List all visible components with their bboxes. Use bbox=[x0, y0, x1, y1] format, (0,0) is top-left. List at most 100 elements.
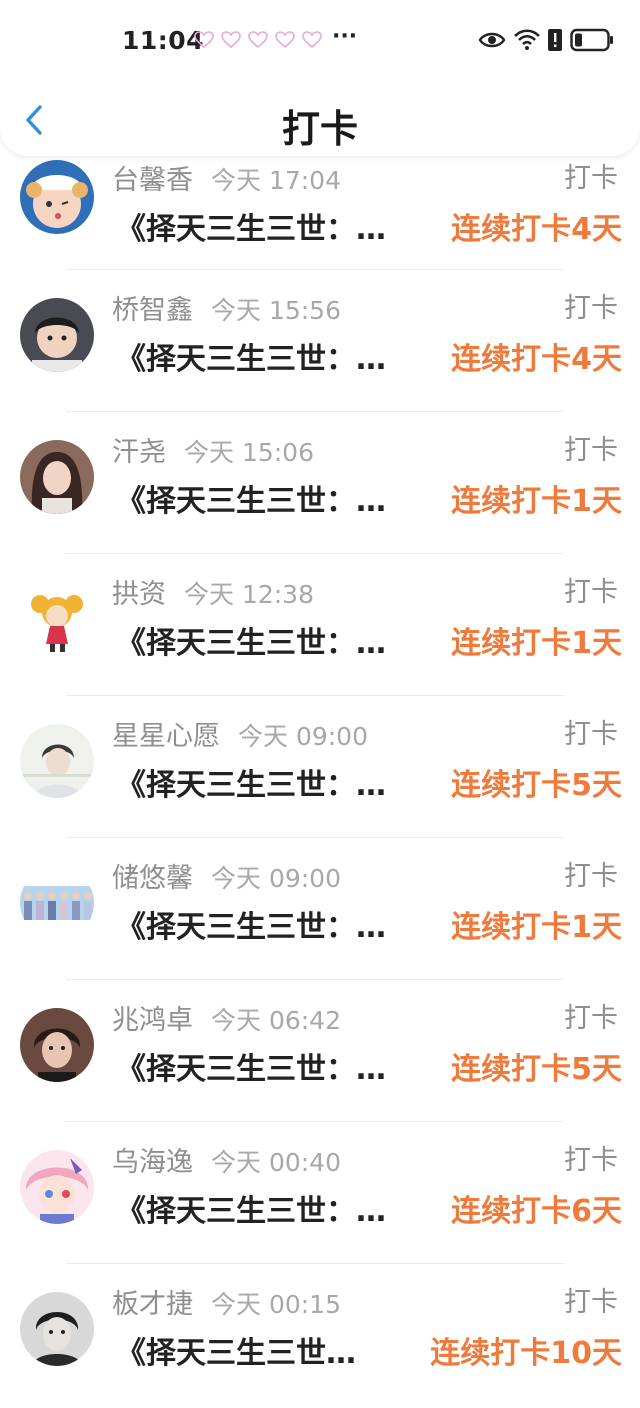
user-name: 汗尧 bbox=[112, 437, 166, 468]
heart-icon bbox=[275, 31, 295, 49]
list-item[interactable]: 桥智鑫 今天 15:56 打卡 《择天三生三世：… 连续打卡4天 bbox=[0, 270, 640, 412]
checkin-time: 今天 06:42 bbox=[211, 1006, 341, 1035]
book-title[interactable]: 《择天三生三世… bbox=[116, 1328, 426, 1372]
content-line: 《择天三生三世：… 连续打卡4天 bbox=[116, 334, 622, 378]
name-line: 板才捷 今天 00:15 bbox=[112, 1282, 341, 1321]
book-title[interactable]: 《择天三生三世：… bbox=[116, 760, 447, 804]
streak-label: 连续打卡6天 bbox=[451, 1194, 622, 1229]
boy-portrait-avatar-image bbox=[20, 1008, 94, 1082]
checkin-time: 今天 09:00 bbox=[238, 722, 368, 751]
avatar[interactable] bbox=[20, 724, 94, 798]
header: 11:04 ··· 打卡 bbox=[0, 0, 640, 156]
list-item[interactable]: 星星心愿 今天 09:00 打卡 《择天三生三世：… 连续打卡5天 bbox=[0, 696, 640, 838]
content-line: 《择天三生三世：… 连续打卡1天 bbox=[116, 618, 622, 662]
heart-icon bbox=[194, 31, 214, 49]
list-item[interactable]: 汗尧 今天 15:06 打卡 《择天三生三世：… 连续打卡1天 bbox=[0, 412, 640, 554]
list-item[interactable]: 乌海逸 今天 00:40 打卡 《择天三生三世：… 连续打卡6天 bbox=[0, 1122, 640, 1264]
book-title[interactable]: 《择天三生三世：… bbox=[116, 1044, 447, 1088]
checkin-time: 今天 15:06 bbox=[184, 438, 314, 467]
streak-label: 连续打卡4天 bbox=[451, 212, 622, 247]
avatar[interactable] bbox=[20, 440, 94, 514]
avatar[interactable] bbox=[20, 582, 94, 656]
streak-label: 连续打卡5天 bbox=[451, 768, 622, 803]
cartoon-avatar-image bbox=[20, 160, 94, 234]
boy-grayscale-avatar-image bbox=[20, 1292, 94, 1366]
battery-icon bbox=[570, 28, 613, 52]
streak-label: 连续打卡5天 bbox=[451, 1052, 622, 1087]
list-item[interactable]: 拱资 今天 12:38 打卡 《择天三生三世：… 连续打卡1天 bbox=[0, 554, 640, 696]
streak-label: 连续打卡10天 bbox=[430, 1336, 622, 1371]
content-line: 《择天三生三世：… 连续打卡4天 bbox=[116, 204, 622, 248]
user-name: 乌海逸 bbox=[112, 1147, 193, 1178]
avatar[interactable] bbox=[20, 160, 94, 234]
checkin-time: 今天 12:38 bbox=[184, 580, 314, 609]
heart-icon bbox=[248, 31, 268, 49]
name-line: 乌海逸 今天 00:40 bbox=[112, 1140, 341, 1179]
checkin-tag: 打卡 bbox=[564, 719, 618, 750]
checkin-tag: 打卡 bbox=[564, 577, 618, 608]
list-item[interactable]: 储悠馨 今天 09:00 打卡 《择天三生三世：… 连续打卡1天 bbox=[0, 838, 640, 980]
list-item[interactable]: 兆鸿卓 今天 06:42 打卡 《择天三生三世：… 连续打卡5天 bbox=[0, 980, 640, 1122]
page-title: 打卡 bbox=[281, 107, 358, 151]
name-line: 台馨香 今天 17:04 bbox=[112, 158, 341, 197]
avatar[interactable] bbox=[20, 1150, 94, 1224]
content-line: 《择天三生三世：… 连续打卡1天 bbox=[116, 476, 622, 520]
avatar[interactable] bbox=[20, 1292, 94, 1366]
name-line: 星星心愿 今天 09:00 bbox=[112, 714, 368, 753]
checkin-time: 今天 00:40 bbox=[211, 1148, 341, 1177]
sim-alert-icon bbox=[548, 29, 562, 51]
checkin-time: 今天 15:56 bbox=[211, 296, 341, 325]
book-title[interactable]: 《择天三生三世：… bbox=[116, 902, 447, 946]
boy-photo-avatar-image bbox=[20, 724, 94, 798]
checkin-tag: 打卡 bbox=[564, 293, 618, 324]
streak-label: 连续打卡1天 bbox=[451, 910, 622, 945]
child-photo-avatar-image bbox=[20, 298, 94, 372]
checkin-time: 今天 17:04 bbox=[211, 166, 341, 195]
book-title[interactable]: 《择天三生三世：… bbox=[116, 204, 447, 248]
user-name: 星星心愿 bbox=[112, 721, 220, 752]
checkin-time: 今天 09:00 bbox=[211, 864, 341, 893]
checkin-tag: 打卡 bbox=[564, 435, 618, 466]
avatar[interactable] bbox=[20, 298, 94, 372]
book-title[interactable]: 《择天三生三世：… bbox=[116, 476, 447, 520]
checkin-tag: 打卡 bbox=[564, 861, 618, 892]
list-item[interactable]: 板才捷 今天 00:15 打卡 《择天三生三世… 连续打卡10天 bbox=[0, 1264, 640, 1406]
name-line: 桥智鑫 今天 15:56 bbox=[112, 288, 341, 327]
checkin-list: 台馨香 今天 17:04 打卡 《择天三生三世：… 连续打卡4天 桥智鑫 今天 … bbox=[0, 140, 640, 1406]
status-time: 11:04 bbox=[122, 26, 205, 55]
list-item[interactable]: 台馨香 今天 17:04 打卡 《择天三生三世：… 连续打卡4天 bbox=[0, 140, 640, 270]
avatar[interactable] bbox=[20, 1008, 94, 1082]
user-name: 桥智鑫 bbox=[112, 295, 193, 326]
title-bar: 打卡 bbox=[0, 86, 640, 156]
streak-label: 连续打卡1天 bbox=[451, 626, 622, 661]
checkin-tag: 打卡 bbox=[564, 1287, 618, 1318]
heart-icon bbox=[302, 31, 322, 49]
content-line: 《择天三生三世… 连续打卡10天 bbox=[116, 1328, 622, 1372]
wifi-icon bbox=[514, 29, 540, 50]
content-line: 《择天三生三世：… 连续打卡1天 bbox=[116, 902, 622, 946]
heart-icon bbox=[221, 31, 241, 49]
eye-icon bbox=[478, 32, 506, 48]
avatar[interactable] bbox=[20, 866, 94, 940]
content-line: 《择天三生三世：… 连续打卡5天 bbox=[116, 1044, 622, 1088]
anime-character-avatar-image bbox=[20, 1150, 94, 1224]
more-notifications-dots: ··· bbox=[332, 24, 358, 49]
girl-photo-avatar-image bbox=[20, 440, 94, 514]
checkin-time: 今天 00:15 bbox=[211, 1290, 341, 1319]
name-line: 汗尧 今天 15:06 bbox=[112, 430, 314, 469]
name-line: 储悠馨 今天 09:00 bbox=[112, 856, 341, 895]
user-name: 储悠馨 bbox=[112, 863, 193, 894]
user-name: 兆鸿卓 bbox=[112, 1005, 193, 1036]
chibi-character-avatar-image bbox=[20, 582, 94, 656]
streak-label: 连续打卡1天 bbox=[451, 484, 622, 519]
streak-label: 连续打卡4天 bbox=[451, 342, 622, 377]
book-title[interactable]: 《择天三生三世：… bbox=[116, 334, 447, 378]
book-title[interactable]: 《择天三生三世：… bbox=[116, 1186, 447, 1230]
checkin-tag: 打卡 bbox=[564, 163, 618, 194]
group-photo-avatar-image bbox=[20, 866, 94, 940]
status-bar: 11:04 ··· bbox=[0, 0, 640, 84]
status-icons bbox=[478, 28, 614, 52]
user-name: 拱资 bbox=[112, 579, 166, 610]
book-title[interactable]: 《择天三生三世：… bbox=[116, 618, 447, 662]
checkin-tag: 打卡 bbox=[564, 1003, 618, 1034]
